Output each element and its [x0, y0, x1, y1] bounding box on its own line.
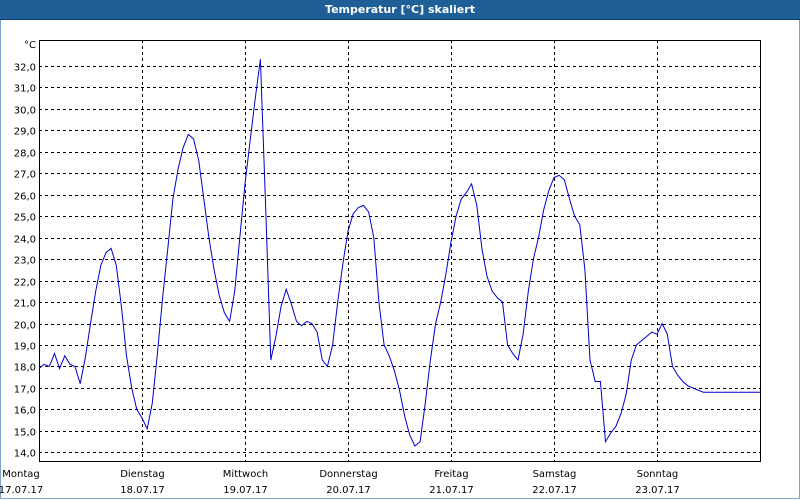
temperature-chart: 14,0 15,0 16,0 17,0 18,0 19,0 20,0 21,0 22,0 23,0… — [0, 40, 761, 496]
y-tick-label: 26,0 — [14, 192, 36, 203]
y-tick-label: 22,0 — [14, 278, 36, 289]
x-tick-date: 23.07.17 — [635, 485, 680, 496]
x-tick-day: Samstag — [533, 469, 577, 480]
y-tick-label: 23,0 — [14, 256, 36, 267]
y-tick-label: 15,0 — [14, 428, 36, 439]
y-tick-label: 17,0 — [14, 385, 36, 396]
grid-lines — [39, 40, 760, 461]
y-axis-unit: °C — [24, 40, 36, 51]
y-tick-label: 27,0 — [14, 170, 36, 181]
y-tick-label: 30,0 — [14, 106, 36, 117]
x-tick-day: Donnerstag — [319, 469, 377, 480]
x-tick-day: Mittwoch — [223, 469, 268, 480]
x-tick-date: 20.07.17 — [326, 485, 371, 496]
x-tick-date: 19.07.17 — [223, 485, 268, 496]
x-tick-day: Montag — [2, 469, 39, 480]
x-tick-day: Freitag — [434, 469, 468, 480]
x-tick-day: Sonntag — [637, 469, 679, 480]
y-tick-label: 18,0 — [14, 363, 36, 374]
y-tick-label: 19,0 — [14, 342, 36, 353]
x-tick-date: 21.07.17 — [429, 485, 474, 496]
y-tick-label: 16,0 — [14, 406, 36, 417]
x-tick-date: 18.07.17 — [120, 485, 165, 496]
x-tick-date: 17.07.17 — [0, 485, 43, 496]
x-axis: Montag 17.07.17 Dienstag 18.07.17 Mittwoch 19… — [0, 469, 680, 496]
y-tick-label: 32,0 — [14, 63, 36, 74]
y-tick-label: 31,0 — [14, 84, 36, 95]
y-tick-label: 14,0 — [14, 449, 36, 460]
y-tick-label: 29,0 — [14, 127, 36, 138]
y-tick-label: 21,0 — [14, 299, 36, 310]
x-tick-date: 22.07.17 — [532, 485, 577, 496]
y-tick-label: 28,0 — [14, 149, 36, 160]
plot-area — [39, 40, 761, 462]
y-tick-label: 20,0 — [14, 321, 36, 332]
series-line-temperature — [38, 59, 760, 447]
y-tick-label: 24,0 — [14, 235, 36, 246]
x-tick-day: Dienstag — [120, 469, 165, 480]
y-axis: 14,0 15,0 16,0 17,0 18,0 19,0 20,0 21,0 22,0 23,0… — [14, 63, 36, 460]
y-tick-label: 25,0 — [14, 213, 36, 224]
